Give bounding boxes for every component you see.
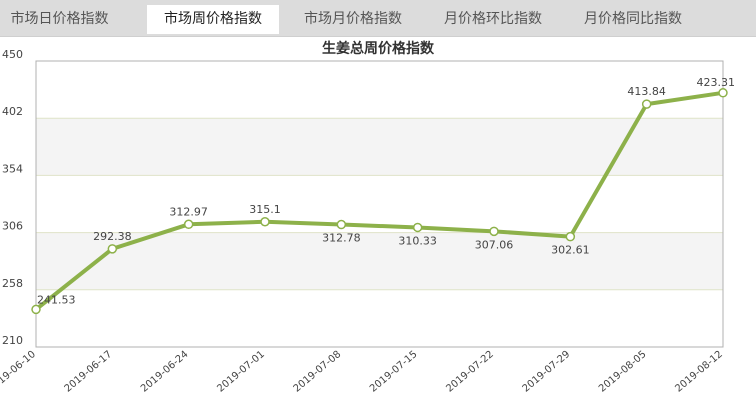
chart-title: 生姜总周价格指数 [322,40,435,57]
x-tick-label: 2019-08-05 [597,349,649,395]
weekly-price-index-chart: 生姜总周价格指数 210 258 306 354 402 450 2019-06-10 20… [0,40,736,395]
data-point [183,219,194,230]
tab-monthly-yoy-index[interactable]: 月价格同比指数 [567,5,699,34]
tab-market-weekly-index[interactable]: 市场周价格指数 [147,5,279,34]
y-tick-label: 306 [2,220,23,233]
data-label: 413.84 [627,85,666,98]
x-tick-label: 2019-07-01 [215,349,267,395]
data-label: 423.31 [697,76,736,89]
data-label: 302.61 [551,244,590,257]
data-label: 292.38 [93,230,132,243]
y-tick-label: 258 [2,277,23,290]
data-point [336,219,347,230]
chart-container: 生姜总周价格指数 210 258 306 354 402 450 2019-06-10 20… [0,36,756,411]
x-tick-label: 2019-07-15 [368,349,420,395]
data-point [641,99,652,109]
plot-border [35,60,724,348]
data-point [107,244,118,254]
data-label: 315.1 [249,203,281,216]
x-tick-label: 2019-07-22 [444,349,496,395]
data-point [565,231,576,242]
tab-market-daily-index[interactable]: 市场日价格指数 [0,5,119,34]
tab-monthly-mom-index[interactable]: 月价格环比指数 [427,5,559,34]
data-label: 307.06 [475,238,514,251]
data-label: 241.53 [37,293,76,306]
x-tick-label: 2019-06-24 [139,349,191,395]
y-tick-label: 450 [2,48,23,61]
x-tick-label: 2019-07-08 [292,349,344,395]
data-label: 312.97 [169,205,208,218]
tab-market-monthly-index[interactable]: 市场月价格指数 [287,5,419,34]
data-point [718,88,728,98]
data-point [489,226,499,237]
data-label: 312.78 [322,232,361,245]
y-tick-label: 402 [2,105,23,118]
x-tick-label: 2019-07-29 [521,349,573,395]
tab-bar: 市场日价格指数 市场周价格指数 市场月价格指数 月价格环比指数 月价格同比指数 [0,0,756,37]
data-point [31,304,41,315]
data-label: 310.33 [398,234,437,247]
x-tick-label: 2019-08-12 [673,349,725,395]
y-tick-label: 210 [2,334,23,347]
y-tick-label: 354 [2,162,23,175]
x-tick-label: 2019-06-17 [63,349,115,395]
data-point [260,217,270,227]
x-tick-label: 2019-06-10 [0,349,38,395]
data-point [412,222,423,233]
